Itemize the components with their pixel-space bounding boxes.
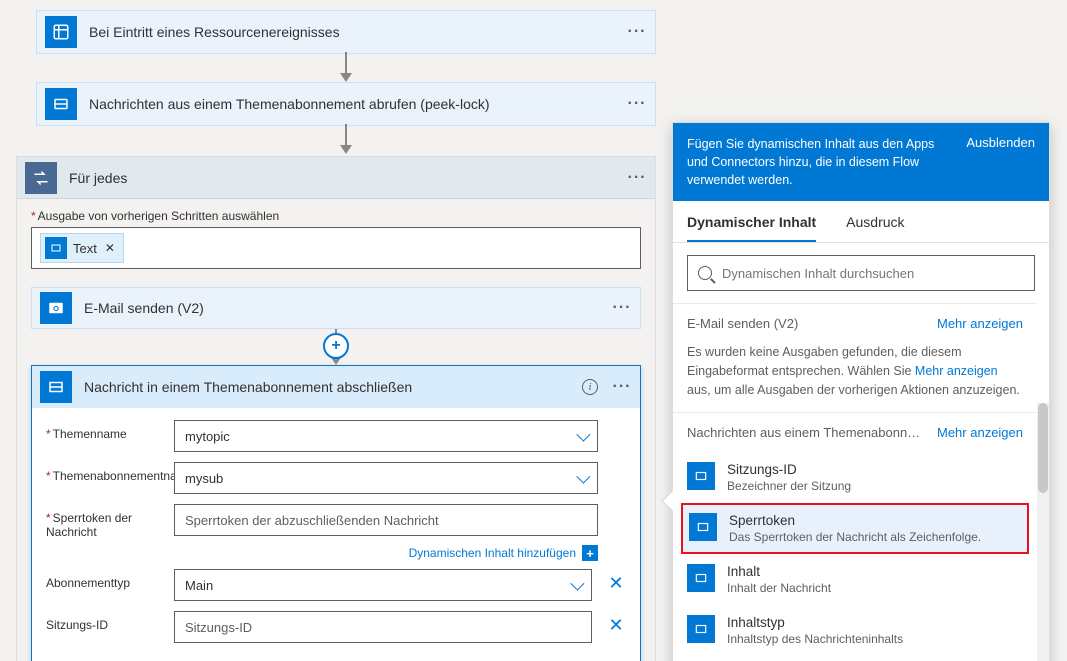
- arrow: [334, 124, 358, 154]
- sessionid-input[interactable]: Sitzungs-ID: [174, 611, 592, 643]
- chevron-down-icon: [576, 428, 590, 442]
- foreach-title: Für jedes: [65, 170, 619, 186]
- sessionid-label: Sitzungs-ID: [46, 611, 166, 632]
- panel-caret: [663, 491, 673, 511]
- show-more-link[interactable]: Mehr anzeigen: [937, 316, 1023, 331]
- scrollbar-thumb[interactable]: [1038, 403, 1048, 493]
- servicebus-icon: [689, 513, 717, 541]
- trigger-title: Bei Eintritt eines Ressourcenereignisses: [85, 24, 619, 40]
- trigger-menu[interactable]: ···: [619, 23, 655, 41]
- complete-menu[interactable]: ···: [604, 378, 640, 396]
- add-step-button[interactable]: +: [323, 333, 349, 359]
- email-title: E-Mail senden (V2): [80, 300, 604, 316]
- token-chip-text[interactable]: Text ✕: [40, 233, 124, 263]
- chevron-down-icon: [570, 577, 584, 591]
- getmessages-menu[interactable]: ···: [619, 95, 655, 113]
- servicebus-icon: [45, 237, 67, 259]
- remove-field-button[interactable]: ✕: [606, 615, 626, 636]
- tab-dynamic-content[interactable]: Dynamischer Inhalt: [687, 201, 816, 242]
- tabs: Dynamischer Inhalt Ausdruck: [673, 201, 1049, 243]
- getmessages-title: Nachrichten aus einem Themenabonnement a…: [85, 96, 619, 112]
- topicname-label: *Themenname: [46, 420, 166, 441]
- email-card[interactable]: O E-Mail senden (V2) ···: [31, 287, 641, 329]
- servicebus-icon: [45, 88, 77, 120]
- subname-label: *Themenabonnementname: [46, 462, 166, 483]
- servicebus-icon: [40, 371, 72, 403]
- subname-select[interactable]: mysub: [174, 462, 598, 494]
- svg-text:O: O: [53, 304, 59, 313]
- panel-header: Fügen Sie dynamischen Inhalt aus den App…: [673, 123, 1049, 201]
- arrow: [334, 52, 358, 82]
- trigger-card[interactable]: Bei Eintritt eines Ressourcenereignisses…: [36, 10, 656, 54]
- show-more-link[interactable]: Mehr anzeigen: [937, 425, 1023, 440]
- panel-hide-button[interactable]: Ausblenden: [966, 135, 1035, 189]
- dynamic-content-search[interactable]: [687, 255, 1035, 291]
- complete-message-card: Nachricht in einem Themenabonnement absc…: [31, 365, 641, 661]
- foreach-icon: [25, 162, 57, 194]
- subtype-label: Abonnementtyp: [46, 569, 166, 590]
- plus-icon: +: [582, 545, 598, 561]
- foreach-header[interactable]: Für jedes ···: [17, 157, 655, 199]
- email-menu[interactable]: ···: [604, 299, 640, 317]
- chevron-down-icon: [576, 470, 590, 484]
- option-inhaltstyp[interactable]: InhaltstypInhaltstyp des Nachrichteninha…: [673, 605, 1037, 656]
- option-sitzungs-id[interactable]: Sitzungs-IDBezeichner der Sitzung: [673, 452, 1037, 503]
- chip-remove[interactable]: ✕: [103, 241, 115, 255]
- tab-expression[interactable]: Ausdruck: [846, 201, 904, 242]
- locktoken-input[interactable]: Sperrtoken der abzuschließenden Nachrich…: [174, 504, 598, 536]
- designer-canvas: Bei Eintritt eines Ressourcenereignisses…: [0, 0, 1067, 661]
- option-sperrtoken[interactable]: SperrtokenDas Sperrtoken der Nachricht a…: [681, 503, 1029, 554]
- search-input[interactable]: [722, 266, 1024, 281]
- dynamic-content-panel: Fügen Sie dynamischen Inhalt aus den App…: [672, 122, 1050, 661]
- foreach-select-label: *Ausgabe von vorherigen Schritten auswäh…: [31, 209, 641, 223]
- outlook-icon: O: [40, 292, 72, 324]
- info-icon[interactable]: i: [582, 379, 598, 395]
- option-inhalt[interactable]: InhaltInhalt der Nachricht: [673, 554, 1037, 605]
- eventgrid-icon: [45, 16, 77, 48]
- getmessages-card[interactable]: Nachrichten aus einem Themenabonnement a…: [36, 82, 656, 126]
- servicebus-icon: [687, 615, 715, 643]
- subtype-select[interactable]: Main: [174, 569, 592, 601]
- section-email-message: Es wurden keine Ausgaben gefunden, die d…: [673, 343, 1037, 411]
- topicname-select[interactable]: mytopic: [174, 420, 598, 452]
- complete-title: Nachricht in einem Themenabonnement absc…: [80, 379, 582, 395]
- servicebus-icon: [687, 564, 715, 592]
- option-nachrichten-id[interactable]: Nachrichten-IDDies ist ein benutzerdefin…: [673, 656, 1037, 661]
- add-dynamic-content-link[interactable]: Dynamischen Inhalt hinzufügen +: [46, 545, 598, 561]
- foreach-menu[interactable]: ···: [619, 169, 655, 187]
- search-icon: [698, 266, 712, 280]
- foreach-card: Für jedes ··· *Ausgabe von vorherigen Sc…: [16, 156, 656, 661]
- remove-field-button[interactable]: ✕: [606, 573, 626, 594]
- locktoken-label: *Sperrtoken der Nachricht: [46, 504, 166, 539]
- show-more-inline-link[interactable]: Mehr anzeigen: [915, 364, 998, 378]
- section-email: E-Mail senden (V2) Mehr anzeigen: [673, 303, 1037, 343]
- section-topic: Nachrichten aus einem Themenabonn… Mehr …: [673, 412, 1037, 452]
- complete-header[interactable]: Nachricht in einem Themenabonnement absc…: [32, 366, 640, 408]
- servicebus-icon: [687, 462, 715, 490]
- foreach-select-input[interactable]: Text ✕: [31, 227, 641, 269]
